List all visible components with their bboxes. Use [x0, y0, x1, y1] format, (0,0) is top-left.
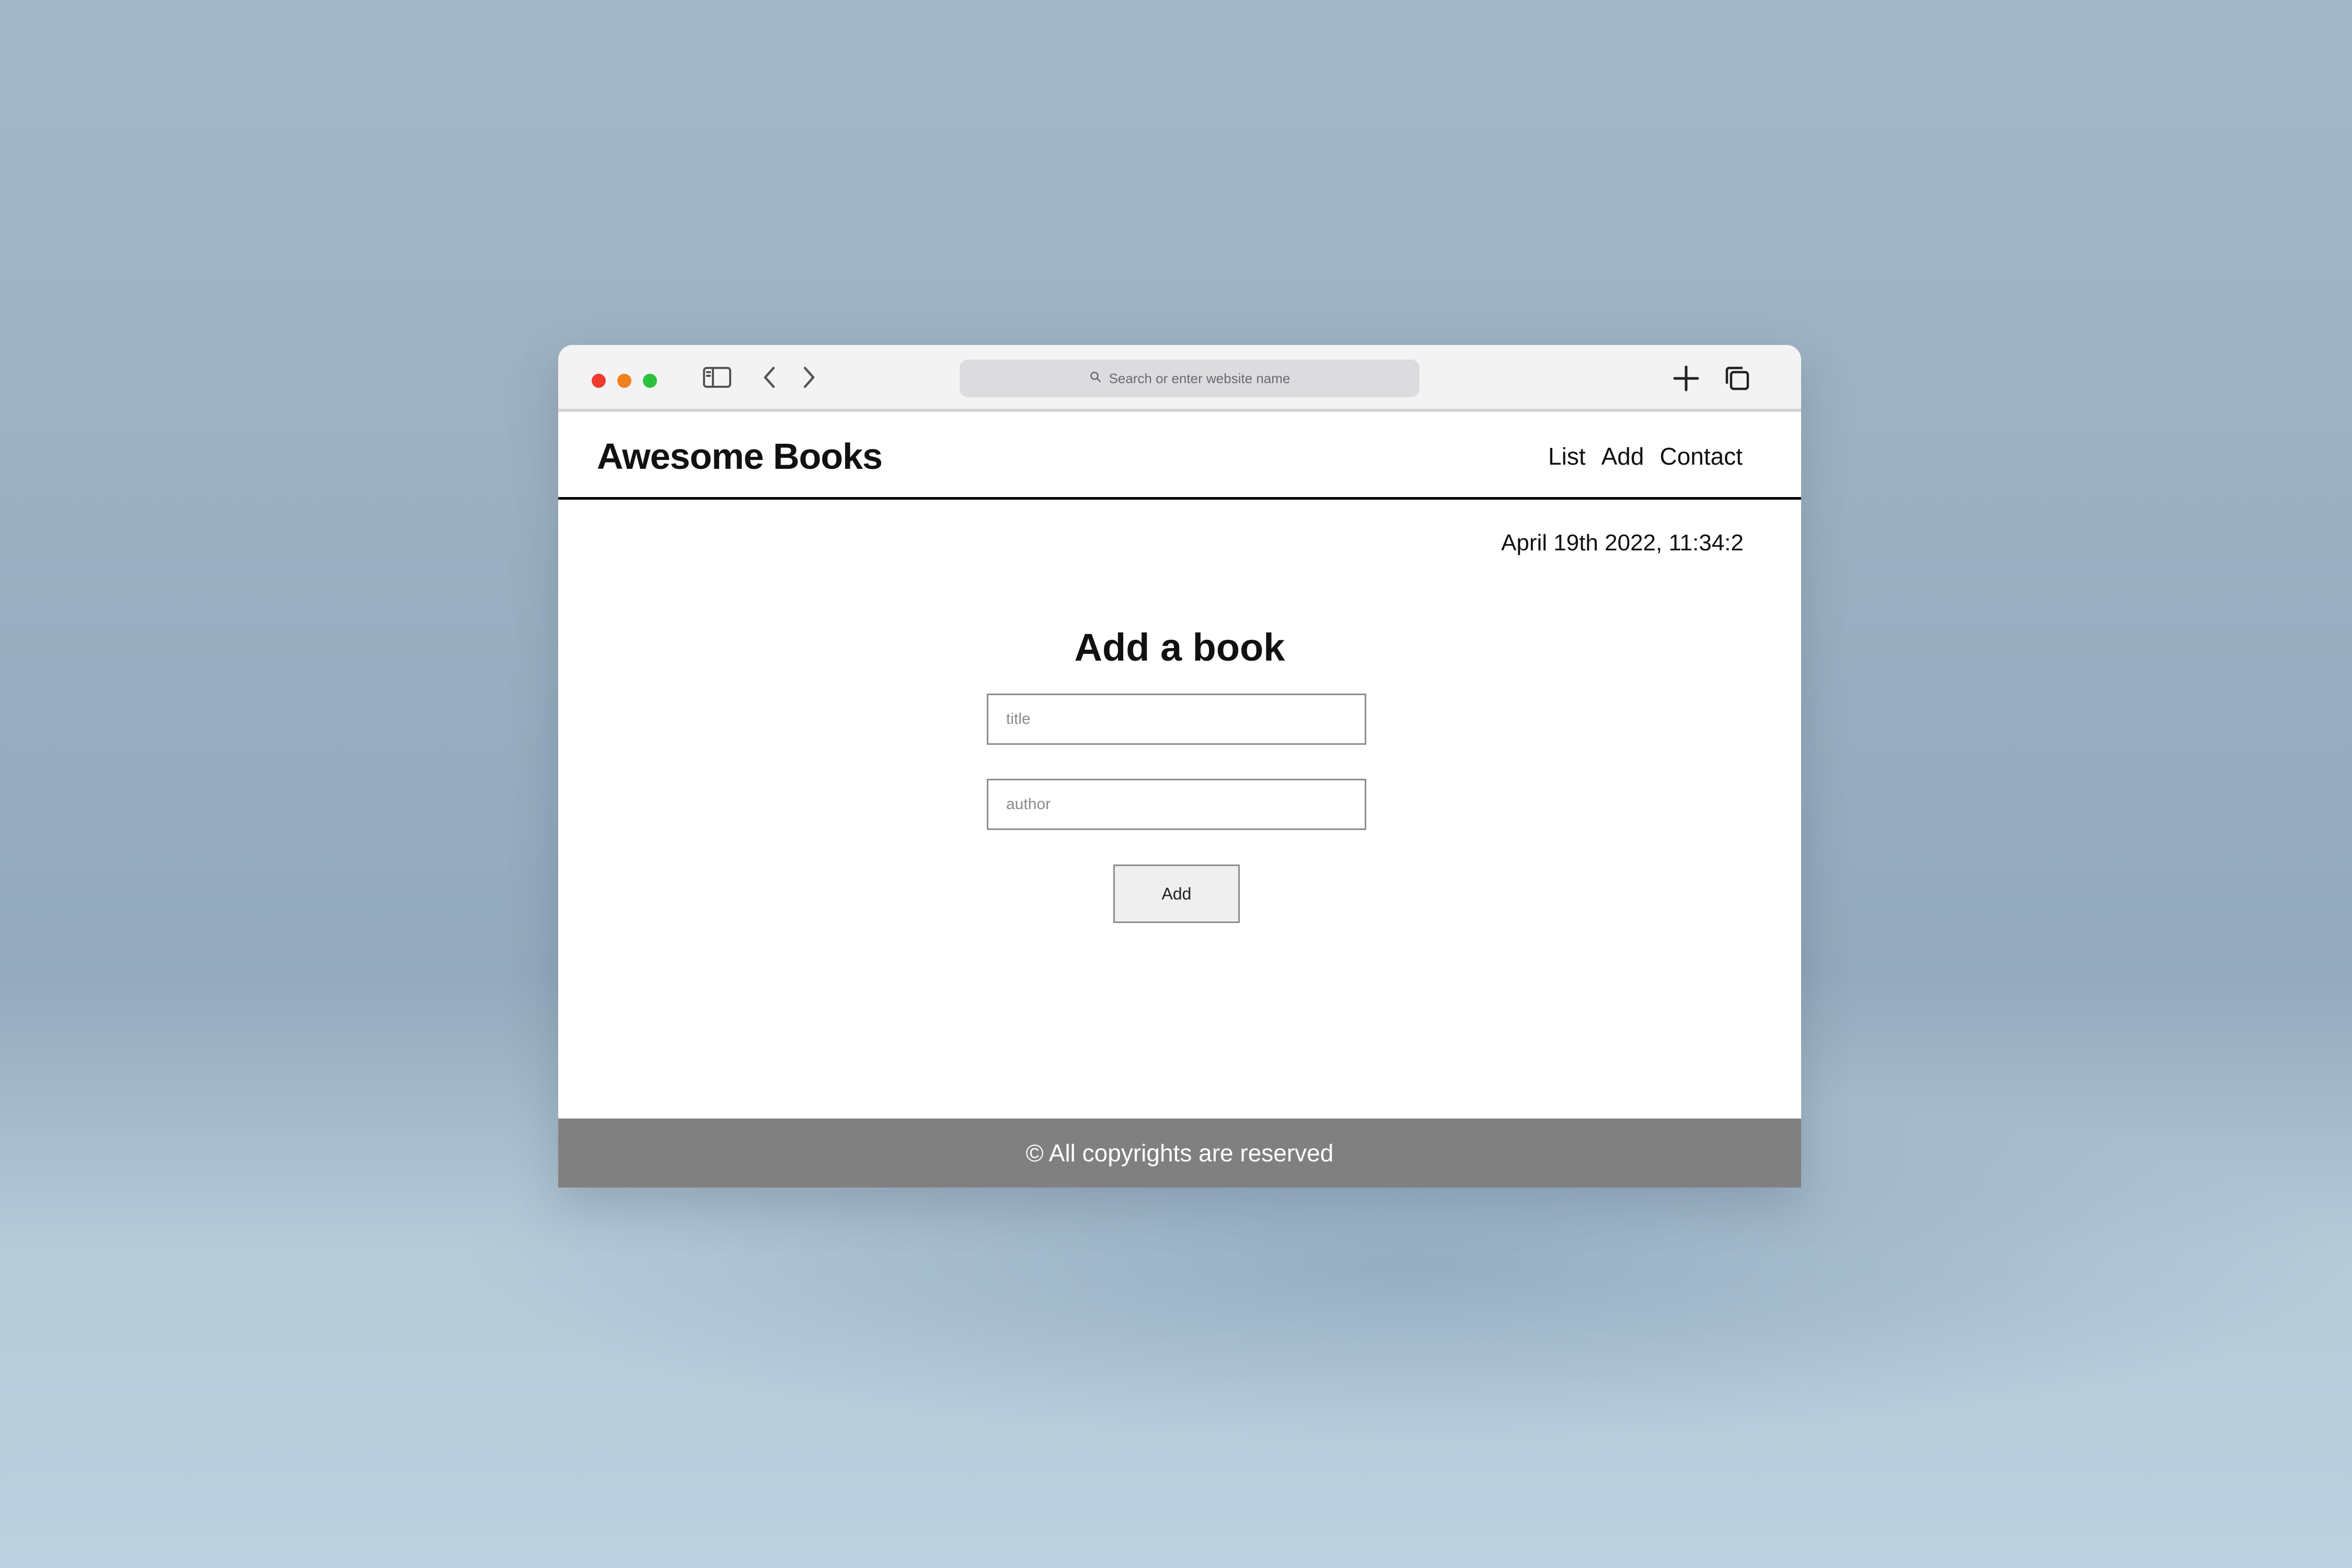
- minimize-window-button[interactable]: [617, 374, 631, 388]
- author-input[interactable]: [987, 779, 1366, 830]
- current-date: April 19th 2022, 11:34:2: [1501, 530, 1744, 556]
- browser-window: Search or enter website name Awesome Boo…: [558, 345, 1801, 1187]
- maximize-window-button[interactable]: [643, 374, 657, 388]
- page-title: Add a book: [1074, 626, 1285, 669]
- window-controls: [592, 374, 657, 388]
- nav-link-contact[interactable]: Contact: [1659, 442, 1743, 470]
- add-book-button[interactable]: Add: [1113, 864, 1240, 923]
- nav-link-add[interactable]: Add: [1601, 442, 1644, 470]
- address-placeholder: Search or enter website name: [1109, 370, 1290, 386]
- nav-link-list[interactable]: List: [1548, 442, 1586, 470]
- copyright-text: © All copyrights are reserved: [1025, 1139, 1334, 1167]
- site-footer: © All copyrights are reserved: [558, 1119, 1801, 1187]
- close-window-button[interactable]: [592, 374, 606, 388]
- site-logo[interactable]: Awesome Books: [597, 435, 883, 477]
- tabs-overview-icon[interactable]: [1723, 364, 1752, 396]
- search-icon: [1089, 371, 1102, 387]
- back-icon[interactable]: [759, 365, 780, 393]
- forward-icon[interactable]: [799, 365, 820, 393]
- sidebar-icon[interactable]: [702, 365, 732, 393]
- new-tab-icon[interactable]: [1671, 364, 1701, 396]
- address-bar[interactable]: Search or enter website name: [960, 360, 1420, 397]
- title-input[interactable]: [987, 694, 1366, 745]
- browser-toolbar: Search or enter website name: [558, 345, 1801, 412]
- site-header: Awesome Books List Add Contact: [558, 412, 1801, 500]
- main-nav: List Add Contact: [1548, 442, 1743, 470]
